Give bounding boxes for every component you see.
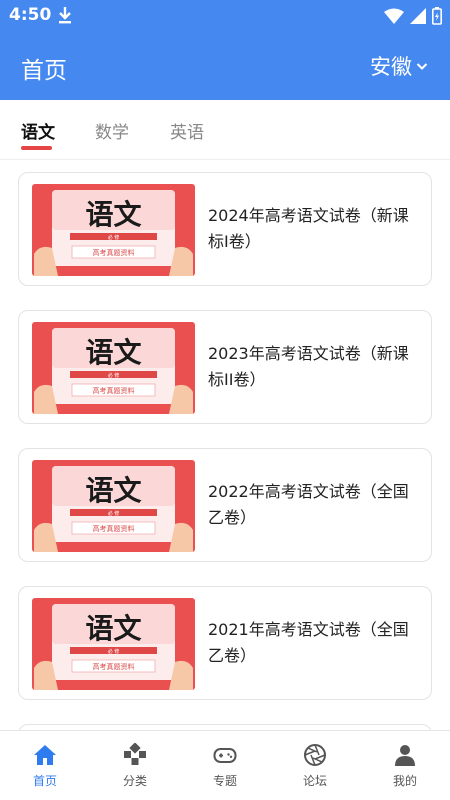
- paper-card[interactable]: 语文 必 修 高考真题资料 2021年高考语文试卷（全国乙卷）: [18, 586, 432, 700]
- chevron-down-icon: [416, 63, 428, 70]
- paper-thumbnail: 语文 必 修 高考真题资料: [32, 598, 195, 690]
- nav-home[interactable]: 首页: [0, 731, 90, 800]
- tab-chinese[interactable]: 语文: [21, 118, 55, 143]
- category-icon: [124, 743, 146, 765]
- status-icons: [384, 6, 442, 26]
- nav-label: 论坛: [302, 774, 327, 788]
- paper-thumbnail: 语文 必 修 高考真题资料: [32, 460, 195, 552]
- gamepad-icon: [213, 748, 237, 763]
- paper-card[interactable]: 语文 必 修 高考真题资料 2022年高考语文试卷（全国乙卷）: [18, 448, 432, 562]
- paper-thumbnail: 语文 必 修 高考真题资料: [32, 322, 195, 414]
- app-bar: 首页 安徽: [0, 32, 450, 100]
- nav-category[interactable]: 分类: [90, 731, 180, 800]
- paper-title: 2023年高考语文试卷（新课标II卷）: [208, 344, 409, 389]
- nav-label: 我的: [392, 774, 417, 788]
- nav-label: 分类: [122, 774, 147, 788]
- aperture-icon: [304, 744, 326, 766]
- tab-english[interactable]: 英语: [170, 118, 204, 143]
- paper-title: 2022年高考语文试卷（全国乙卷）: [208, 482, 409, 527]
- thumbnail-sub-label: 高考真题资料: [93, 248, 135, 257]
- region-selector[interactable]: 安徽: [370, 51, 428, 81]
- nav-profile[interactable]: 我的: [360, 731, 450, 800]
- thumbnail-sub-label: 高考真题资料: [93, 662, 135, 671]
- thumbnail-subject-text: 语文: [85, 336, 141, 369]
- tab-math[interactable]: 数学: [95, 118, 129, 143]
- paper-card[interactable]: 语文 必 修 高考真题资料 2023年高考语文试卷（新课标II卷）: [18, 310, 432, 424]
- paper-list[interactable]: 语文 必 修 高考真题资料 2024年高考语文试卷（新课标I卷） 语文 必 修 …: [0, 160, 450, 730]
- thumbnail-sub-label: 高考真题资料: [93, 524, 135, 533]
- nav-label: 专题: [212, 774, 237, 788]
- nav-forum[interactable]: 论坛: [270, 731, 360, 800]
- paper-title: 2021年高考语文试卷（全国乙卷）: [208, 620, 409, 665]
- thumbnail-subject-text: 语文: [85, 198, 141, 231]
- active-tab-indicator: [21, 146, 52, 150]
- thumbnail-small-label: 必 修: [108, 372, 120, 379]
- thumbnail-subject-text: 语文: [85, 474, 141, 507]
- thumbnail-small-label: 必 修: [108, 648, 120, 655]
- status-time: 4:50: [9, 5, 52, 25]
- nav-label: 首页: [32, 774, 57, 788]
- person-icon: [395, 745, 415, 766]
- wifi-icon: [384, 8, 404, 24]
- signal-icon: [410, 8, 426, 24]
- region-label: 安徽: [370, 55, 412, 79]
- paper-card[interactable]: 语文 必 修 高考真题资料 2024年高考语文试卷（新课标I卷）: [18, 172, 432, 286]
- thumbnail-sub-label: 高考真题资料: [93, 386, 135, 395]
- bottom-nav: 首页 分类 专题 论坛 我的: [0, 730, 450, 800]
- status-bar: 4:50: [0, 0, 450, 32]
- nav-topics[interactable]: 专题: [180, 731, 270, 800]
- battery-icon: [432, 7, 442, 25]
- thumbnail-subject-text: 语文: [85, 612, 141, 645]
- page-title: 首页: [21, 58, 67, 84]
- download-icon: [59, 7, 71, 24]
- thumbnail-small-label: 必 修: [108, 510, 120, 517]
- thumbnail-small-label: 必 修: [108, 234, 120, 241]
- paper-title: 2024年高考语文试卷（新课标I卷）: [208, 206, 409, 251]
- home-icon: [34, 745, 56, 765]
- subject-tabs: 语文 数学 英语: [0, 100, 450, 160]
- paper-thumbnail: 语文 必 修 高考真题资料: [32, 184, 195, 276]
